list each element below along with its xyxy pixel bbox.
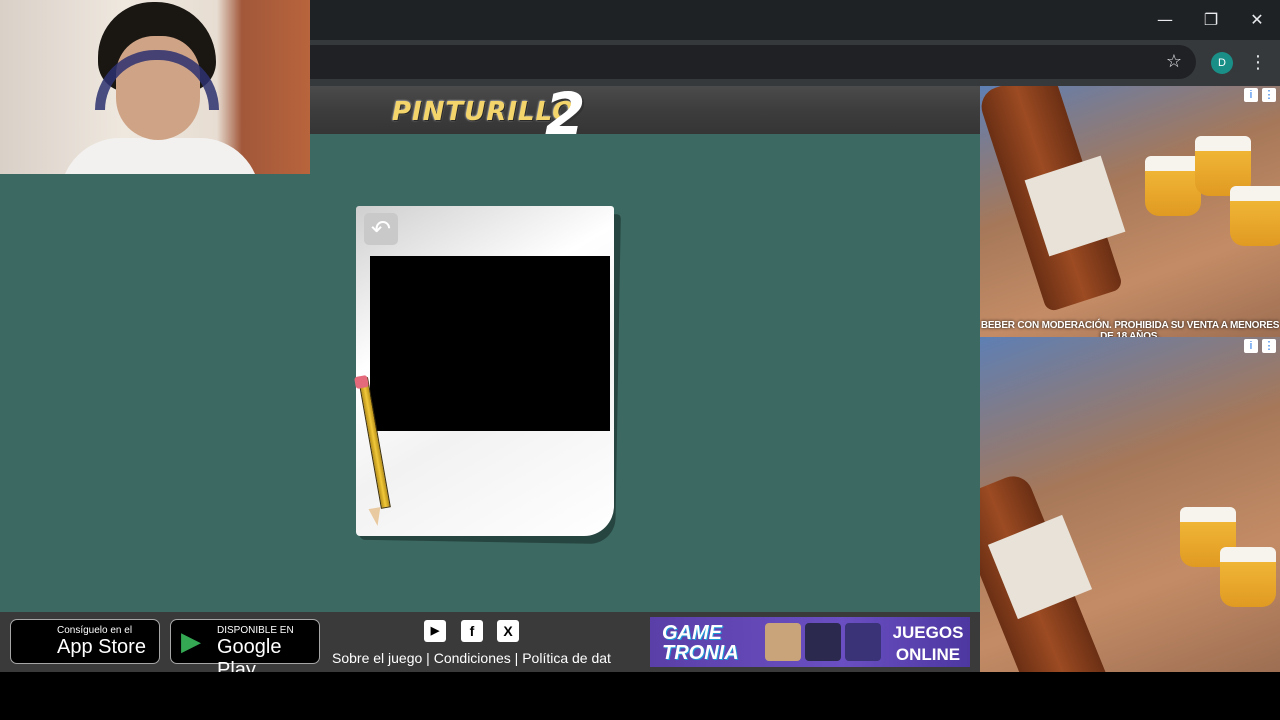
link-separator: | (422, 650, 434, 666)
app-store-label: App Store (57, 636, 146, 658)
kebab-menu-icon[interactable]: ⋮ (1248, 50, 1268, 76)
webcam-overlay (0, 0, 310, 174)
drawing-canvas[interactable] (370, 256, 610, 431)
minimize-icon[interactable]: — (1142, 0, 1188, 40)
restore-icon[interactable]: ❐ (1188, 0, 1234, 40)
ad-options-icon[interactable]: ⋮ (1262, 88, 1276, 102)
ad-info-icon[interactable]: i (1244, 339, 1258, 353)
ad-info-icon[interactable]: i (1244, 88, 1258, 102)
gametronia-cta: JUEGOS ONLINE (888, 622, 968, 666)
facebook-icon[interactable]: f (461, 620, 483, 642)
beer-ad-bottom[interactable]: i ⋮ (980, 337, 1280, 672)
undo-button[interactable]: ↶ (364, 213, 398, 245)
app-store-small-label: Consíguelo en el (57, 625, 133, 636)
link-separator: | (510, 650, 523, 666)
gametronia-logo: GAME TRONIA (662, 623, 739, 663)
ad-disclaimer: BEBER CON MODERACIÓN. PROHIBIDA SU VENTA… (980, 320, 1280, 337)
game-thumbnail (765, 623, 801, 661)
terms-link[interactable]: Condiciones (434, 650, 511, 666)
gametronia-cta-line1: JUEGOS (892, 623, 964, 642)
beer-cup-image (1145, 156, 1201, 216)
game-thumbnail (845, 623, 881, 661)
gametronia-logo-line1: GAME (662, 622, 722, 644)
profile-avatar[interactable]: D (1211, 52, 1233, 74)
privacy-link[interactable]: Política de dat (522, 650, 611, 666)
address-bar[interactable]: ☆ (310, 45, 1196, 79)
close-icon[interactable]: ✕ (1234, 0, 1280, 40)
beer-ad-top[interactable]: i ⋮ BEBER CON MODERACIÓN. PROHIBIDA SU V… (980, 86, 1280, 337)
gametronia-cta-line2: ONLINE (895, 645, 961, 664)
about-link[interactable]: Sobre el juego (332, 650, 422, 666)
beer-cup-image (1230, 186, 1280, 246)
webcam-person-shirt (60, 138, 260, 174)
undo-arrow-icon: ↶ (370, 215, 392, 243)
star-icon[interactable]: ☆ (1166, 51, 1182, 72)
google-play-button[interactable]: ▶ DISPONIBLE EN Google Play (170, 619, 320, 681)
beer-cup-image (1220, 547, 1276, 607)
pencil-eraser (354, 374, 369, 390)
game-thumbnail (805, 623, 841, 661)
gametronia-logo-line2: TRONIA (662, 642, 739, 664)
gametronia-banner[interactable]: GAME TRONIA JUEGOS ONLINE (650, 617, 970, 667)
footer-links: Sobre el juego | Condiciones | Política … (332, 650, 612, 668)
google-play-icon: ▶ (181, 627, 201, 657)
x-icon[interactable]: X (497, 620, 519, 642)
ad-options-icon[interactable]: ⋮ (1262, 339, 1276, 353)
google-play-small-label: DISPONIBLE EN (217, 625, 294, 636)
youtube-icon[interactable]: ▶ (424, 620, 446, 642)
screen-bottom-strip (0, 672, 1280, 720)
app-store-button[interactable]: Consíguelo en el App Store (10, 619, 160, 664)
